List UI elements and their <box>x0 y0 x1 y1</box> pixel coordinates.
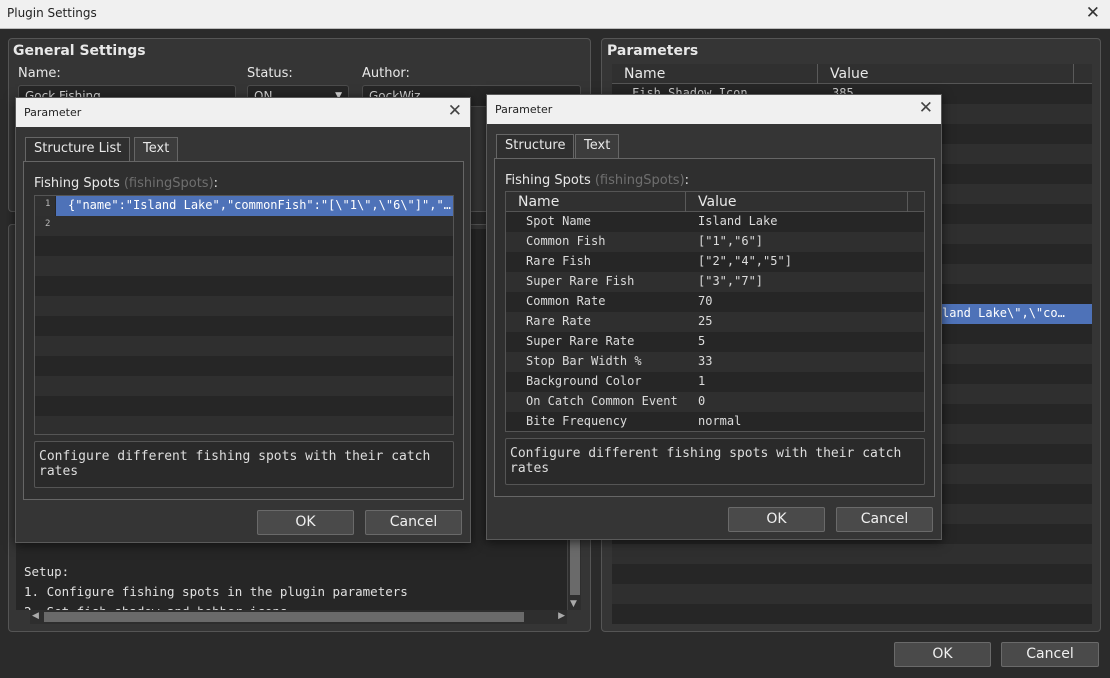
struct-param-name: Rare Rate <box>526 314 592 328</box>
parameter-dialog-right: Parameter ✕ Structure Text Fishing Spots… <box>486 94 942 540</box>
structure-list-editor[interactable]: 1 {"name":"Island Lake","commonFish":"[\… <box>34 195 454 435</box>
dialog-title: Parameter <box>24 106 82 119</box>
struct-param-value: 0 <box>698 394 706 408</box>
tab-text[interactable]: Text <box>134 137 179 161</box>
window-title: Plugin Settings <box>7 6 97 20</box>
list-item[interactable]: 2 <box>35 216 453 236</box>
struct-param-value: 5 <box>698 334 706 348</box>
struct-param-value: ["2","4","5"] <box>698 254 792 268</box>
author-label: Author: <box>362 66 410 81</box>
struct-param-name: Background Color <box>526 374 642 388</box>
close-icon[interactable]: ✕ <box>919 98 933 118</box>
parameter-description: Configure different fishing spots with t… <box>34 441 454 488</box>
help-line: 2. Set fish shadow and bobber icons <box>24 602 408 610</box>
scroll-right-icon[interactable]: ▶ <box>558 611 565 621</box>
table-row[interactable]: Super Rare Rate 5 <box>506 332 924 352</box>
table-row[interactable]: Common Fish ["1","6"] <box>506 232 924 252</box>
tab-content: Fishing Spots (fishingSpots): Name Value… <box>494 158 935 497</box>
list-item-text: {"name":"Island Lake","commonFish":"[\"1… <box>68 198 451 212</box>
table-row[interactable]: Rare Fish ["2","4","5"] <box>506 252 924 272</box>
struct-param-name: Common Rate <box>526 294 606 308</box>
tab-content: Fishing Spots (fishingSpots): 1 {"name":… <box>23 161 464 500</box>
struct-param-name: Stop Bar Width % <box>526 354 642 368</box>
scroll-down-icon[interactable]: ▼ <box>570 599 577 609</box>
tab-text[interactable]: Text <box>575 134 620 158</box>
table-row[interactable]: Super Rare Fish ["3","7"] <box>506 272 924 292</box>
struct-param-name: Super Rare Fish <box>526 274 635 288</box>
structure-rows: Spot Name Island Lake Common Fish ["1","6"]… <box>506 212 924 431</box>
struct-param-name: On Catch Common Event <box>526 394 678 408</box>
field-code: (fishingSpots) <box>123 176 214 191</box>
struct-param-value: Island Lake <box>698 214 778 228</box>
struct-param-value: ["1","6"] <box>698 234 764 248</box>
name-label: Name: <box>18 66 61 81</box>
struct-param-value: 1 <box>698 374 706 388</box>
struct-param-value: 33 <box>698 354 713 368</box>
tab-structure-list[interactable]: Structure List <box>25 137 131 161</box>
table-row[interactable]: Rare Rate 25 <box>506 312 924 332</box>
dialog-title-bar: Parameter ✕ <box>16 98 470 127</box>
parameter-dialog-left: Parameter ✕ Structure List Text Fishing … <box>15 97 471 543</box>
dialog-title: Parameter <box>495 103 553 116</box>
field-label: Fishing Spots (fishingSpots): <box>505 173 690 188</box>
structure-table[interactable]: Name Value Spot Name Island Lake Common Fi… <box>505 191 925 432</box>
dialog-ok-button[interactable]: OK <box>728 507 825 532</box>
table-row[interactable]: Stop Bar Width % 33 <box>506 352 924 372</box>
parameter-description: Configure different fishing spots with t… <box>505 438 925 485</box>
struct-param-value: normal <box>698 414 742 428</box>
table-row[interactable]: Spot Name Island Lake <box>506 212 924 232</box>
parameters-header: Name Value <box>612 64 1092 84</box>
dialog-title-bar: Parameter ✕ <box>487 95 941 124</box>
struct-param-value: ["3","7"] <box>698 274 764 288</box>
main-cancel-button[interactable]: Cancel <box>1001 642 1099 667</box>
parameters-title: Parameters <box>607 43 699 59</box>
struct-param-name: Common Fish <box>526 234 606 248</box>
scrollbar-thumb[interactable] <box>44 612 524 622</box>
line-number: 1 <box>45 199 51 209</box>
close-icon[interactable]: ✕ <box>1086 3 1100 23</box>
close-icon[interactable]: ✕ <box>448 101 462 121</box>
table-row[interactable]: On Catch Common Event 0 <box>506 392 924 412</box>
param-value: land Lake\",\"co… <box>942 306 1065 320</box>
list-item[interactable]: 1 {"name":"Island Lake","commonFish":"[\… <box>35 196 453 216</box>
table-row[interactable]: Bite Frequency normal <box>506 412 924 431</box>
table-row[interactable]: Common Rate 70 <box>506 292 924 312</box>
struct-param-value: 25 <box>698 314 713 328</box>
general-settings-title: General Settings <box>13 43 146 59</box>
column-header-name[interactable]: Name <box>506 192 686 212</box>
main-title-bar: Plugin Settings ✕ <box>0 0 1110 29</box>
field-code: (fishingSpots) <box>594 173 685 188</box>
scroll-left-icon[interactable]: ◀ <box>32 611 39 621</box>
help-line: 1. Configure fishing spots in the plugin… <box>24 584 408 599</box>
help-line: Setup: <box>24 564 70 579</box>
field-label: Fishing Spots (fishingSpots): <box>34 176 219 191</box>
horizontal-scrollbar[interactable]: ◀ ▶ <box>30 610 567 624</box>
main-ok-button[interactable]: OK <box>894 642 991 667</box>
struct-param-value: 70 <box>698 294 713 308</box>
dialog-cancel-button[interactable]: Cancel <box>365 510 462 535</box>
struct-param-name: Bite Frequency <box>526 414 628 428</box>
dialog-cancel-button[interactable]: Cancel <box>836 507 933 532</box>
struct-param-name: Rare Fish <box>526 254 592 268</box>
column-header-value[interactable]: Value <box>686 192 908 212</box>
structure-table-header: Name Value <box>506 192 924 212</box>
dialog-ok-button[interactable]: OK <box>257 510 354 535</box>
struct-param-name: Spot Name <box>526 214 592 228</box>
column-header-value[interactable]: Value <box>818 64 1074 84</box>
struct-param-name: Super Rare Rate <box>526 334 635 348</box>
column-header-name[interactable]: Name <box>612 64 818 84</box>
table-row[interactable]: Background Color 1 <box>506 372 924 392</box>
scrollbar-thumb[interactable] <box>570 539 580 595</box>
tab-structure[interactable]: Structure <box>496 134 575 158</box>
status-label: Status: <box>247 66 293 81</box>
line-number: 2 <box>45 219 51 229</box>
